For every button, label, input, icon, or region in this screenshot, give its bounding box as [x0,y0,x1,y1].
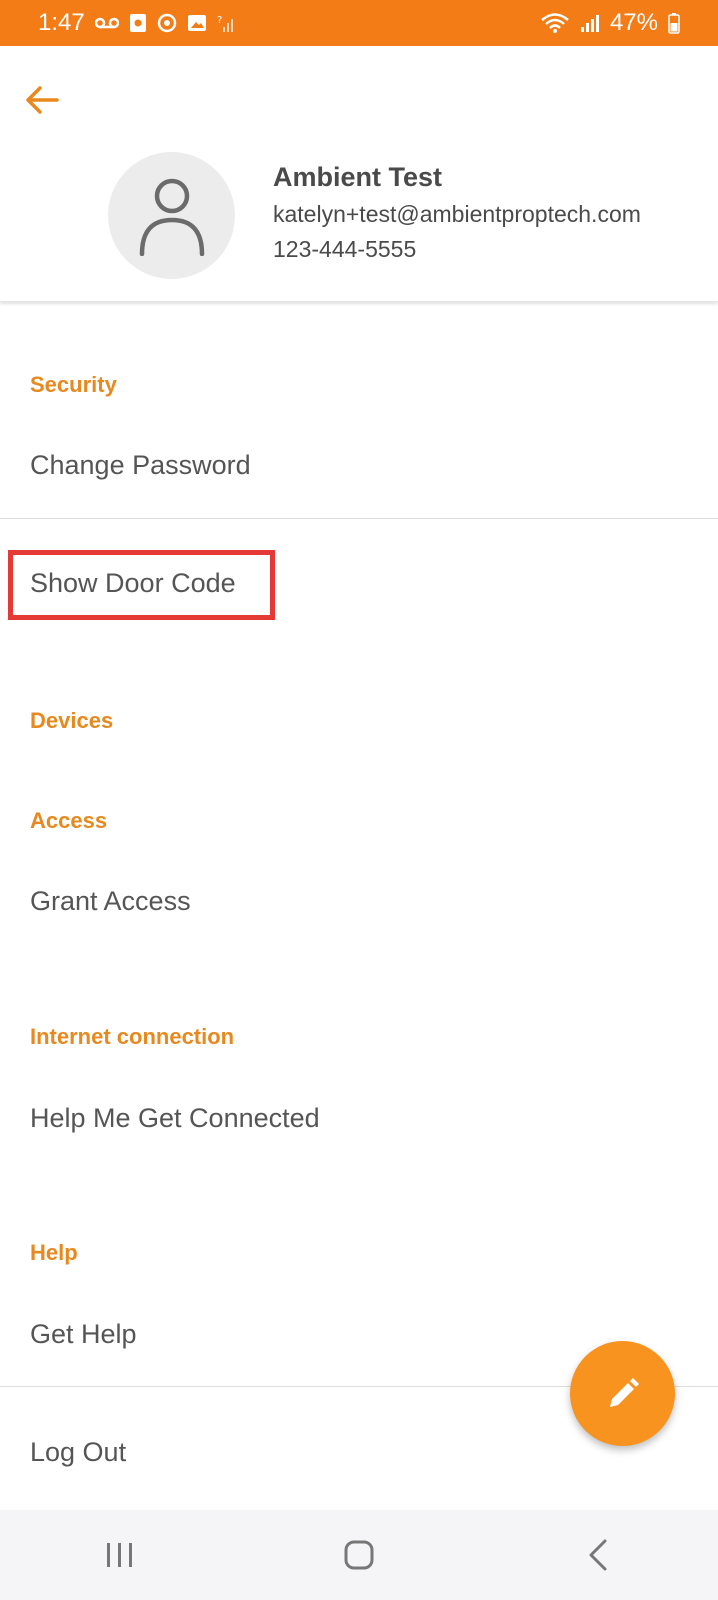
system-nav-bar [0,1510,718,1600]
recent-apps-button[interactable] [80,1525,160,1585]
pencil-icon [609,1377,639,1407]
wifi-icon [540,12,570,34]
get-help-item[interactable]: Get Help [30,1319,137,1350]
back-nav-button[interactable] [558,1525,638,1585]
sync-icon [157,13,177,33]
arrow-left-icon [26,86,59,114]
log-out-item[interactable]: Log Out [30,1437,126,1468]
profile-header: Ambient Test katelyn+test@ambientproptec… [0,46,718,302]
change-password-item[interactable]: Change Password [30,450,251,481]
back-button[interactable] [18,76,66,124]
photo-icon [129,13,147,33]
avatar [108,152,235,279]
battery-percent: 47% [609,9,658,36]
user-icon [139,178,204,256]
edit-button[interactable] [570,1341,675,1446]
grant-access-item[interactable]: Grant Access [30,886,191,917]
divider [0,518,718,519]
section-help: Help [30,1240,78,1265]
svg-text:?: ? [217,15,222,26]
section-security: Security [30,372,117,397]
home-button[interactable] [319,1525,399,1585]
status-time: 1:47 [38,9,85,36]
battery-icon [668,12,680,34]
home-icon [344,1540,374,1570]
profile-email: katelyn+test@ambientproptech.com [273,201,641,227]
help-me-get-connected-item[interactable]: Help Me Get Connected [30,1103,320,1134]
section-devices: Devices [30,708,114,733]
status-right: 47% [540,9,680,37]
profile-info: Ambient Test katelyn+test@ambientproptec… [273,162,641,271]
show-door-code-item[interactable]: Show Door Code [30,568,236,599]
gallery-icon [187,14,207,32]
status-left: 1:47 ? [38,9,235,37]
status-bar: 1:47 ? 47% [0,0,718,46]
section-internet: Internet connection [30,1024,235,1049]
recent-apps-icon [106,1543,132,1567]
section-access: Access [30,808,108,833]
profile-phone: 123-444-5555 [273,236,417,262]
signal-icon [580,13,600,33]
no-signal-icon: ? [217,13,235,33]
voicemail-icon [94,16,119,30]
profile-name: Ambient Test [273,162,443,192]
chevron-left-icon [589,1539,607,1571]
